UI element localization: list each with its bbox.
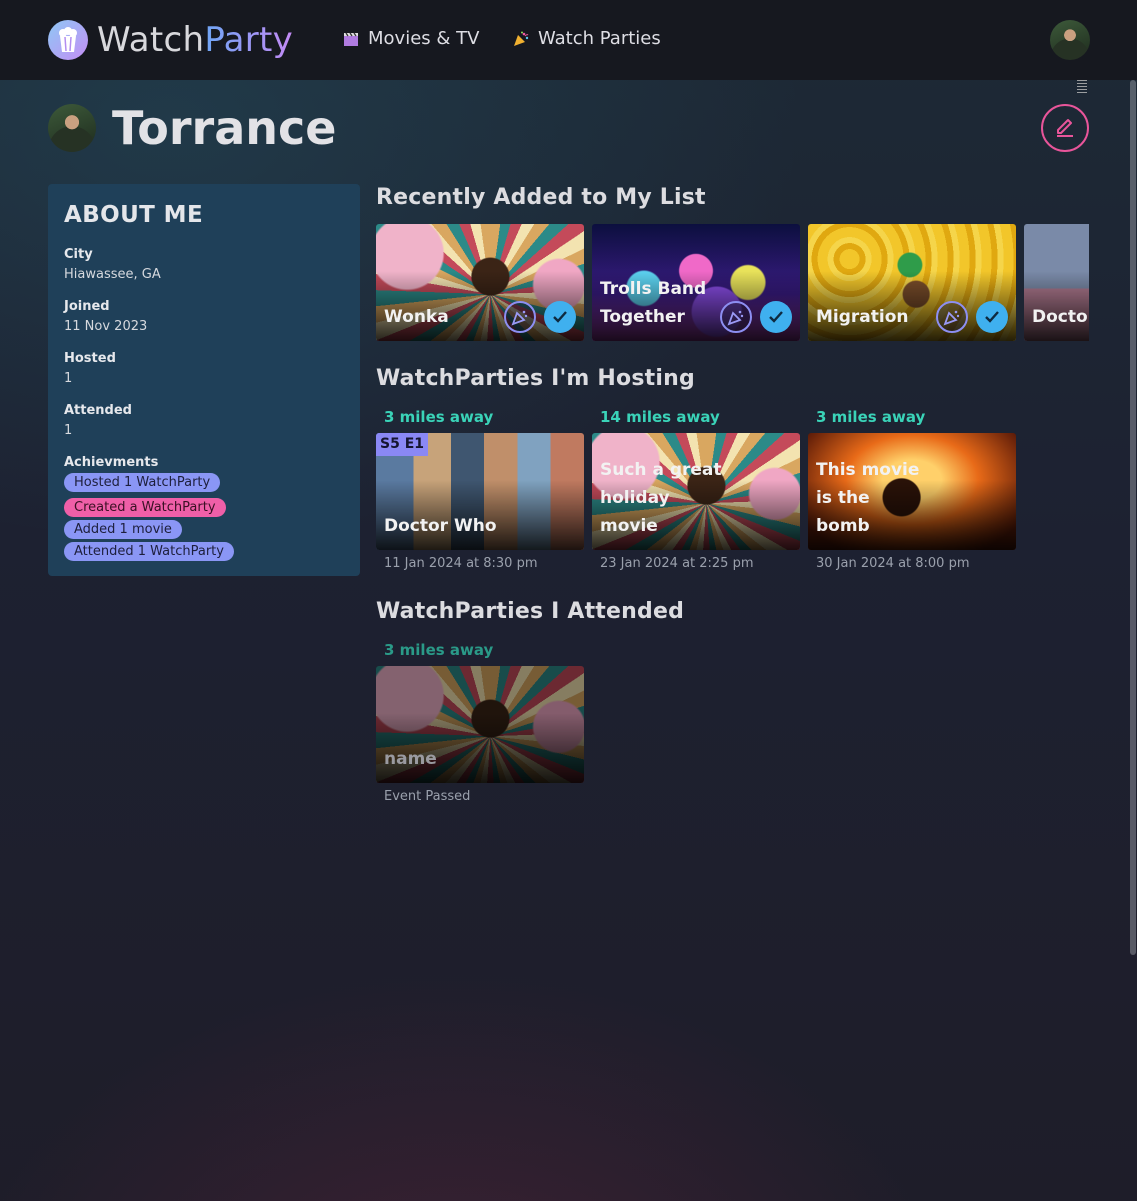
distance-label: 14 miles away <box>600 408 720 426</box>
achievement-badge: Attended 1 WatchParty <box>64 542 234 561</box>
profile-name: Torrance <box>112 101 337 155</box>
watchparty-card[interactable]: name <box>376 666 584 783</box>
card-actions <box>720 301 792 333</box>
movie-card[interactable]: Doctor <box>1024 224 1089 341</box>
watchparty-title: name <box>384 749 437 769</box>
movie-card[interactable]: Migration <box>808 224 1016 341</box>
movie-card[interactable]: Wonka <box>376 224 584 341</box>
hosted-label: Hosted <box>64 351 116 366</box>
check-icon[interactable] <box>544 301 576 333</box>
achievements-label: Achievments <box>64 455 159 470</box>
app-logo[interactable]: WatchParty <box>48 20 293 60</box>
watchparty-title: Such a great holiday movie <box>600 460 722 536</box>
joined-value: 11 Nov 2023 <box>64 319 148 334</box>
check-icon[interactable] <box>760 301 792 333</box>
attended-label: Attended <box>64 403 132 418</box>
hosting-heading: WatchParties I'm Hosting <box>376 366 695 391</box>
page-scrollbar[interactable] <box>1130 80 1136 955</box>
check-icon[interactable] <box>976 301 1008 333</box>
attended-value: 1 <box>64 423 73 438</box>
nav-watch-parties[interactable]: Watch Parties <box>512 28 661 49</box>
logo-word-watch: Watch <box>97 20 205 60</box>
watchparty-datetime: 11 Jan 2024 at 8:30 pm <box>384 556 538 571</box>
recently-added-heading: Recently Added to My List <box>376 185 706 210</box>
card-actions <box>504 301 576 333</box>
hosted-value: 1 <box>64 371 73 386</box>
watchparty-title: Doctor Who <box>384 516 497 536</box>
logo-word-party: Party <box>204 20 294 60</box>
watchparty-datetime: 23 Jan 2024 at 2:25 pm <box>600 556 754 571</box>
achievement-badge: Hosted 1 WatchParty <box>64 473 221 492</box>
attended-heading: WatchParties I Attended <box>376 599 685 624</box>
joined-label: Joined <box>64 299 110 314</box>
party-popper-icon[interactable] <box>504 301 536 333</box>
distance-label: 3 miles away <box>816 408 926 426</box>
resize-grip-icon[interactable] <box>1077 80 1087 94</box>
nav-movies-tv[interactable]: Movies & TV <box>342 28 479 49</box>
profile-avatar <box>48 104 96 152</box>
party-popper-icon[interactable] <box>936 301 968 333</box>
achievement-badge: Added 1 movie <box>64 520 182 539</box>
city-label: City <box>64 247 93 262</box>
card-actions <box>936 301 1008 333</box>
about-me-panel: ABOUT ME City Hiawassee, GA Joined 11 No… <box>48 184 360 576</box>
edit-profile-button[interactable] <box>1041 104 1089 152</box>
achievement-badges: Hosted 1 WatchParty Created a WatchParty… <box>64 473 344 561</box>
watchparty-card[interactable]: S5 E1 Doctor Who <box>376 433 584 550</box>
watchparty-card[interactable]: This movie is the bomb <box>808 433 1016 550</box>
party-popper-icon[interactable] <box>720 301 752 333</box>
distance-label: 3 miles away <box>384 641 494 659</box>
app-name: WatchParty <box>97 20 293 60</box>
event-status: Event Passed <box>384 789 471 804</box>
movie-card[interactable]: Trolls Band Together <box>592 224 800 341</box>
achievement-badge: Created a WatchParty <box>64 498 226 517</box>
nav-movies-tv-label: Movies & TV <box>368 28 480 49</box>
about-me-heading: ABOUT ME <box>64 202 204 228</box>
watchparty-title: This movie is the bomb <box>816 460 920 536</box>
movie-title: Trolls Band Together <box>600 279 707 327</box>
nav-watch-parties-label: Watch Parties <box>538 28 661 49</box>
episode-badge: S5 E1 <box>376 433 429 456</box>
movie-title: Doctor <box>1032 307 1089 327</box>
pencil-icon <box>1053 114 1077 142</box>
city-value: Hiawassee, GA <box>64 267 161 282</box>
watchparty-card[interactable]: Such a great holiday movie <box>592 433 800 550</box>
watchparty-datetime: 30 Jan 2024 at 8:00 pm <box>816 556 970 571</box>
clapperboard-icon <box>342 30 360 48</box>
user-avatar-menu[interactable] <box>1050 20 1090 60</box>
popcorn-icon <box>48 20 88 60</box>
top-navigation-bar: WatchParty Movies & TV Watch Parties <box>0 0 1137 80</box>
distance-label: 3 miles away <box>384 408 494 426</box>
party-popper-icon <box>512 30 530 48</box>
